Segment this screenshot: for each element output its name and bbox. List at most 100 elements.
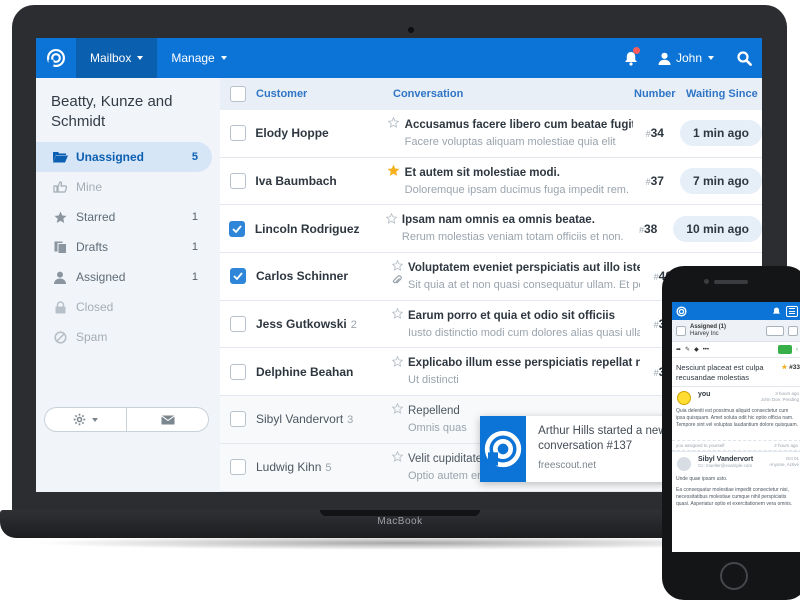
star-icon[interactable] <box>391 451 403 463</box>
notifications-bell-icon[interactable] <box>614 38 648 78</box>
row-checkbox[interactable] <box>229 220 246 237</box>
conversation-subject: Accusamus facere libero cum beatae fugit… <box>404 118 633 131</box>
star-icon[interactable] <box>385 212 397 224</box>
customer-name-cell[interactable]: Jess Gutkowski 2 <box>256 317 386 331</box>
tag-icon[interactable]: ◆ <box>694 346 699 353</box>
row-checkbox[interactable] <box>230 268 246 285</box>
phone-compose-button[interactable] <box>788 325 798 336</box>
customer-name-cell[interactable]: Ludwig Kihn 5 <box>256 460 386 474</box>
phone-assignment-note: you assigned to yourself 2 hours ago <box>672 440 800 451</box>
customer-conversation-count: 5 <box>325 462 332 475</box>
hamburger-menu-icon[interactable] <box>786 305 798 317</box>
phone-folder-info: Assigned (1) Harvey Inc <box>690 324 726 338</box>
conversation-number-cell: #37 <box>633 174 670 188</box>
star-icon[interactable]: ★ <box>782 364 788 371</box>
conversation-number: 34 <box>650 126 664 141</box>
star-icon[interactable] <box>391 355 403 367</box>
manage-menu[interactable]: Manage <box>157 38 240 78</box>
star-icon[interactable] <box>391 308 403 320</box>
folder-closed[interactable]: Closed <box>36 292 212 322</box>
user-name: John <box>675 51 702 65</box>
user-menu[interactable]: John <box>648 38 726 78</box>
phone-number-value: 33 <box>792 364 800 371</box>
customer-name: Ludwig Kihn <box>256 460 322 475</box>
more-icon[interactable]: ••• <box>703 347 709 353</box>
mailbox-name: Beatty, Kunze and Schmidt <box>51 93 173 130</box>
folder-count: 1 <box>191 211 198 223</box>
home-button[interactable] <box>720 562 748 590</box>
notifications-bell-icon <box>772 307 781 314</box>
conversation-cell[interactable]: Et autem sit molestiae modi. Doloremque i… <box>405 167 633 196</box>
laptop-shadow <box>30 536 770 550</box>
row-checkbox[interactable] <box>230 363 246 380</box>
conversation-cell[interactable]: Accusamus facere libero cum beatae fugit… <box>405 119 633 148</box>
settings-button[interactable] <box>45 408 127 431</box>
row-checkbox[interactable] <box>230 316 246 333</box>
table-row[interactable]: Elody Hoppe Accusamus facere libero cum b… <box>220 110 762 158</box>
customer-name-cell[interactable]: Elody Hoppe <box>255 126 383 140</box>
mailbox-sidebar: Beatty, Kunze and Schmidt Unassigned 5 M… <box>36 78 220 492</box>
star-cell <box>383 163 405 199</box>
conversation-cell[interactable]: Earum porro et quia et odio sit officiis… <box>408 310 640 339</box>
folder-assigned[interactable]: Assigned 1 <box>36 262 212 292</box>
star-icon[interactable] <box>388 165 400 176</box>
phone-speaker <box>714 280 748 284</box>
select-all-checkbox[interactable] <box>230 86 246 102</box>
customer-name-cell[interactable]: Delphine Beahan <box>256 365 386 379</box>
customer-name: Sibyl Vandervort <box>256 412 344 427</box>
row-checkbox[interactable] <box>230 411 246 428</box>
folder-drafts[interactable]: Drafts 1 <box>36 232 212 262</box>
star-cell <box>383 115 405 151</box>
folder-spam[interactable]: Spam <box>36 322 212 352</box>
star-icon[interactable] <box>388 117 400 129</box>
column-header-customer[interactable]: Customer <box>256 88 393 100</box>
phone-subject-text: Nesciunt placeat est culpa recusandae mo… <box>676 363 764 382</box>
chevron-left-icon[interactable]: ‹ <box>796 347 798 353</box>
customer-name-cell[interactable]: Sibyl Vandervort 3 <box>256 412 386 426</box>
status-button[interactable] <box>778 345 792 354</box>
lock-icon <box>52 299 68 315</box>
paperclip-icon <box>392 275 402 285</box>
folder-starred[interactable]: Starred 1 <box>36 202 212 232</box>
conversation-cell[interactable]: Ipsam nam omnis ea omnis beatae. Rerum mo… <box>402 214 626 243</box>
column-header-conversation[interactable]: Conversation <box>393 88 634 100</box>
column-header-waiting[interactable]: Waiting Since <box>686 88 758 100</box>
row-checkbox[interactable] <box>230 459 246 476</box>
freescout-logo-icon[interactable] <box>36 38 76 78</box>
customer-conversation-count: 2 <box>350 319 357 332</box>
conversation-cell[interactable]: Voluptatem eveniet perspiciatis aut illo… <box>408 262 640 291</box>
new-conversation-button[interactable] <box>127 408 208 431</box>
star-icon[interactable] <box>391 403 403 415</box>
table-row[interactable]: Iva Baumbach Et autem sit molestiae modi.… <box>220 157 762 206</box>
table-row[interactable]: Lincoln Rodriguez Ipsam nam omnis ea omni… <box>220 205 762 254</box>
customer-name-cell[interactable]: Iva Baumbach <box>255 174 383 188</box>
phone-folder-title: Assigned (1) <box>690 323 727 330</box>
thread-meta: Oct 01 Anyone, Active <box>769 456 799 468</box>
folder-unassigned[interactable]: Unassigned 5 <box>36 142 212 172</box>
customer-name-cell[interactable]: Carlos Schinner <box>256 269 386 283</box>
folder-label: Assigned <box>76 270 126 284</box>
star-cell <box>386 306 408 342</box>
freescout-logo-icon <box>676 305 687 317</box>
row-checkbox[interactable] <box>229 173 246 190</box>
conversation-cell[interactable]: Explicabo illum esse perspiciatis repell… <box>408 357 640 386</box>
mailbox-menu[interactable]: Mailbox <box>76 38 158 78</box>
customer-name: Iva Baumbach <box>255 174 337 189</box>
star-icon[interactable] <box>391 260 403 272</box>
phone-sidebar-toggle[interactable] <box>676 325 686 336</box>
note-icon[interactable]: ✎ <box>685 346 690 353</box>
phone-folder-bar: Assigned (1) Harvey Inc <box>672 320 800 342</box>
ban-icon <box>52 329 68 345</box>
envelope-icon <box>160 414 175 424</box>
phone-settings-button[interactable] <box>766 325 784 336</box>
row-checkbox[interactable] <box>229 125 246 142</box>
column-header-number[interactable]: Number <box>634 88 686 100</box>
folder-mine[interactable]: Mine <box>36 172 212 202</box>
top-navigation-bar: Mailbox Manage John <box>36 38 762 78</box>
thread-status: Anyone, Active <box>769 462 799 467</box>
reply-icon[interactable]: ➦ <box>676 346 681 353</box>
conversation-number: 37 <box>650 174 664 189</box>
search-icon[interactable] <box>726 38 762 78</box>
folder-count: 5 <box>191 151 198 163</box>
customer-name-cell[interactable]: Lincoln Rodriguez <box>255 222 381 236</box>
